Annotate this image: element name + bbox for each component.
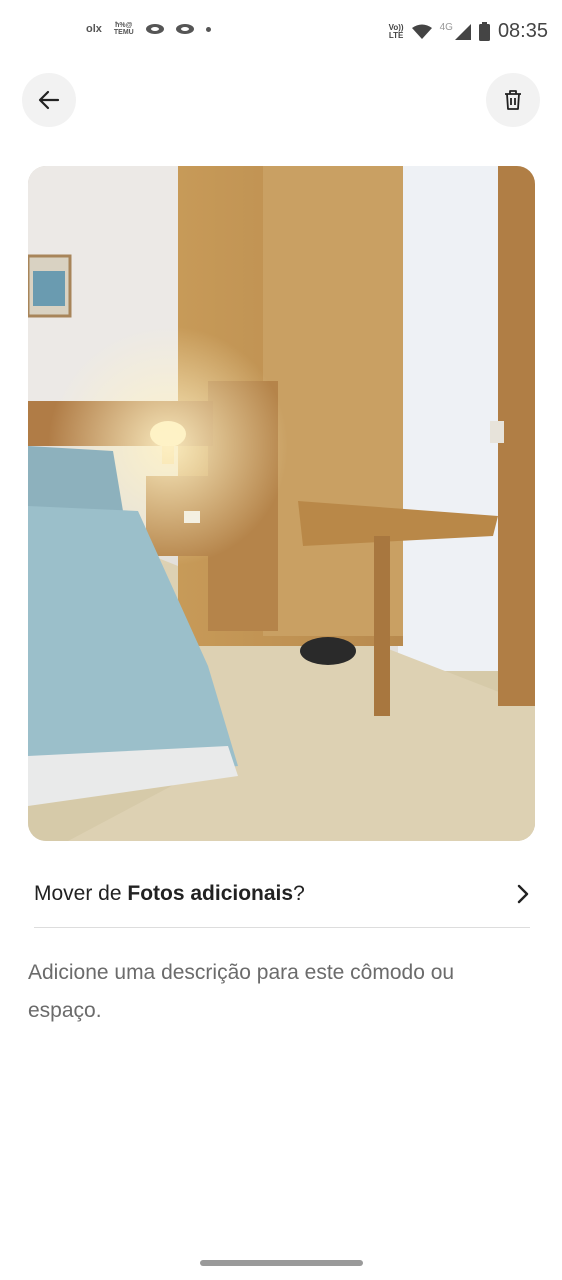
move-album-label: Mover de Fotos adicionais? <box>34 882 305 906</box>
home-indicator[interactable] <box>200 1260 363 1266</box>
olx-icon: olx <box>86 23 102 35</box>
description-input[interactable]: Adicione uma descrição para este cômodo … <box>28 954 528 1030</box>
eye-icon <box>175 24 194 34</box>
move-album-row[interactable]: Mover de Fotos adicionais? <box>34 862 530 926</box>
temu-icon: ħ%@ TEMU <box>114 22 134 36</box>
album-name: Fotos adicionais <box>127 882 294 905</box>
trash-icon <box>505 90 521 110</box>
move-suffix: ? <box>293 882 305 905</box>
divider <box>34 927 530 928</box>
wifi-icon <box>411 24 432 39</box>
temu-icon-line2: TEMU <box>113 29 134 36</box>
network-type-label: 4G <box>439 22 453 33</box>
signal-icon <box>454 23 471 40</box>
more-notifications-dot-icon <box>205 26 211 32</box>
system-icons: Vo)) LTE 4G 08:35 <box>389 20 548 43</box>
room-photo[interactable] <box>28 166 535 841</box>
delete-button[interactable] <box>486 73 540 127</box>
battery-icon <box>478 22 490 41</box>
clock: 08:35 <box>497 20 548 42</box>
volte-line2: LTE <box>388 30 404 40</box>
arrow-left-icon <box>38 90 60 110</box>
room-photo-image <box>28 166 535 841</box>
temu-icon-line1: ħ%@ <box>115 22 133 29</box>
chevron-right-icon <box>517 884 529 904</box>
back-button[interactable] <box>22 73 76 127</box>
move-prefix: Mover de <box>34 882 128 905</box>
notification-icons: olx ħ%@ TEMU <box>86 22 211 36</box>
volte-icon: Vo)) LTE <box>388 23 404 40</box>
status-bar: olx ħ%@ TEMU Vo)) LTE 4G 08:35 <box>0 0 562 62</box>
eye-icon <box>145 24 164 34</box>
